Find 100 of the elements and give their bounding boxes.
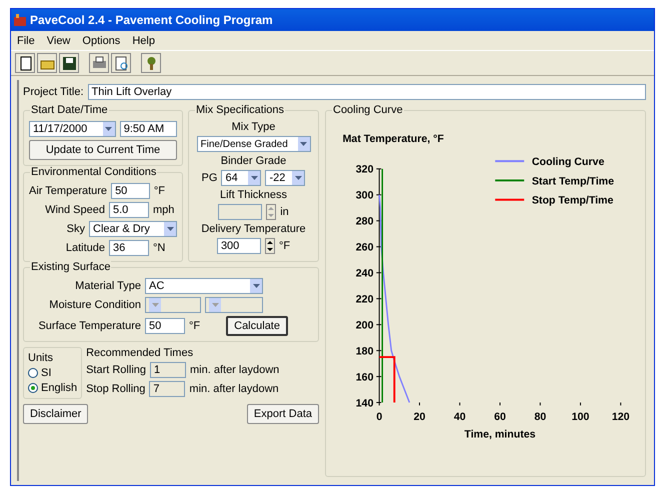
- x-tick: [620, 402, 622, 406]
- unit-label: in: [280, 206, 289, 218]
- dropdown[interactable]: Fine/Dense Graded: [196, 136, 310, 152]
- disclaimer-button[interactable]: Disclaimer: [23, 404, 88, 424]
- field-label: Project Title:: [23, 86, 84, 98]
- dropdown[interactable]: 11/17/2000: [29, 121, 116, 137]
- x-tick-label: 120: [612, 410, 630, 423]
- group-title: Environmental Conditions: [30, 166, 158, 178]
- menu-item[interactable]: File: [17, 34, 35, 46]
- group-title: Units: [28, 352, 54, 364]
- dropdown-arrow-icon: [152, 303, 158, 307]
- field-label: Wind Speed: [45, 204, 105, 216]
- field-label: Air Temperature: [29, 185, 108, 197]
- dropdown[interactable]: Clear & Dry: [89, 221, 177, 237]
- calculate-button[interactable]: Calculate: [226, 316, 288, 336]
- dropdown-arrow-icon: [300, 142, 307, 146]
- dropdown-arrow-icon: [250, 176, 258, 180]
- input-field[interactable]: 36: [109, 240, 149, 256]
- print-preview-icon: [112, 54, 130, 72]
- legend-swatch: [495, 160, 524, 162]
- save-icon: [60, 54, 78, 72]
- y-tick-label: 160: [356, 371, 374, 384]
- y-tick-label: 180: [356, 345, 374, 358]
- open-folder-button[interactable]: [37, 53, 57, 73]
- new-file-button[interactable]: [15, 53, 35, 73]
- input-field[interactable]: 7: [149, 381, 186, 397]
- dropdown-arrow-icon: [294, 176, 302, 180]
- dropdown-arrow-icon: [166, 227, 174, 231]
- unit-label: min. after laydown: [190, 364, 280, 376]
- x-tick: [540, 402, 541, 406]
- input-field[interactable]: 5.0: [109, 202, 149, 218]
- export-button[interactable]: Export Data: [246, 404, 319, 424]
- group-title: Recommended Times: [86, 347, 194, 359]
- save-button[interactable]: [59, 53, 79, 73]
- y-tick-label: 300: [356, 190, 374, 202]
- radio-label: English: [41, 382, 78, 394]
- field-label: Sky: [66, 223, 85, 235]
- legend-label: Cooling Curve: [532, 156, 604, 168]
- input-field[interactable]: 1: [150, 362, 186, 378]
- group-title: Start Date/Time: [30, 104, 109, 116]
- field-label: Start Rolling: [86, 364, 146, 376]
- help-button[interactable]: [141, 53, 161, 73]
- x-tick: [419, 402, 420, 406]
- printer-button[interactable]: [89, 53, 109, 73]
- group-title: Mix Specifications: [195, 104, 286, 116]
- field-label: Binder Grade: [220, 155, 286, 167]
- input-field[interactable]: 50: [145, 318, 185, 334]
- dropdown-arrow-icon: [252, 284, 260, 288]
- radio-label: SI: [41, 367, 52, 379]
- menu-item[interactable]: Options: [82, 34, 120, 46]
- radio-button[interactable]: [28, 383, 38, 393]
- dropdown-arrow-icon: [105, 127, 112, 131]
- unit-label: mph: [153, 204, 176, 216]
- y-axis-title: Mat Temperature, °F: [342, 132, 444, 145]
- update-time-button[interactable]: Update to Current Time: [29, 140, 177, 160]
- legend-swatch: [495, 179, 524, 182]
- x-axis-title: Time, minutes: [464, 428, 536, 440]
- group-title: Cooling Curve: [332, 104, 404, 116]
- dropdown-arrow-icon: [212, 303, 218, 307]
- field-label: Latitude: [66, 242, 105, 254]
- unit-label: °F: [154, 185, 166, 197]
- field-label: Mix Type: [232, 121, 276, 133]
- unit-label: °F: [189, 320, 200, 332]
- print-preview-button[interactable]: [111, 53, 131, 73]
- x-tick: [459, 402, 460, 406]
- menu-item[interactable]: View: [46, 34, 70, 46]
- input-field[interactable]: 300: [216, 238, 261, 254]
- y-tick-label: 280: [356, 216, 374, 228]
- dropdown[interactable]: -22: [265, 170, 306, 186]
- x-tick: [378, 402, 380, 406]
- field-label: Lift Thickness: [220, 189, 288, 201]
- unit-label: °F: [278, 240, 290, 252]
- x-tick-label: 80: [534, 410, 546, 423]
- x-tick-label: 40: [454, 410, 466, 423]
- input-field[interactable]: 50: [111, 183, 150, 199]
- x-tick-label: 100: [572, 410, 590, 423]
- radio-button[interactable]: [28, 368, 38, 378]
- legend-label: Start Temp/Time: [532, 175, 614, 188]
- field-label: Stop Rolling: [86, 383, 146, 395]
- group-title: Existing Surface: [30, 261, 112, 273]
- y-tick-label: 220: [356, 294, 374, 306]
- input-field[interactable]: Thin Lift Overlay: [88, 84, 646, 100]
- spin-buttons[interactable]: [264, 238, 275, 254]
- y-tick-label: 140: [356, 397, 374, 410]
- y-tick-label: 200: [356, 320, 374, 332]
- y-tick-label: 260: [356, 242, 374, 254]
- legend-label: Stop Temp/Time: [532, 194, 614, 207]
- field-label: Delivery Temperature: [201, 223, 306, 235]
- field-label: Moisture Condition: [48, 299, 141, 311]
- app-icon: [14, 14, 26, 26]
- dropdown[interactable]: 64: [221, 170, 262, 186]
- field-label: Surface Temperature: [37, 320, 141, 332]
- legend-swatch: [495, 198, 524, 201]
- menu-item[interactable]: Help: [132, 34, 155, 46]
- input-field[interactable]: 9:50 AM: [120, 121, 177, 137]
- field-label: Material Type: [74, 280, 141, 292]
- x-tick: [580, 402, 581, 406]
- y-tick-label: 320: [356, 164, 374, 176]
- dropdown[interactable]: AC: [145, 278, 263, 294]
- unit-label: °N: [153, 242, 166, 254]
